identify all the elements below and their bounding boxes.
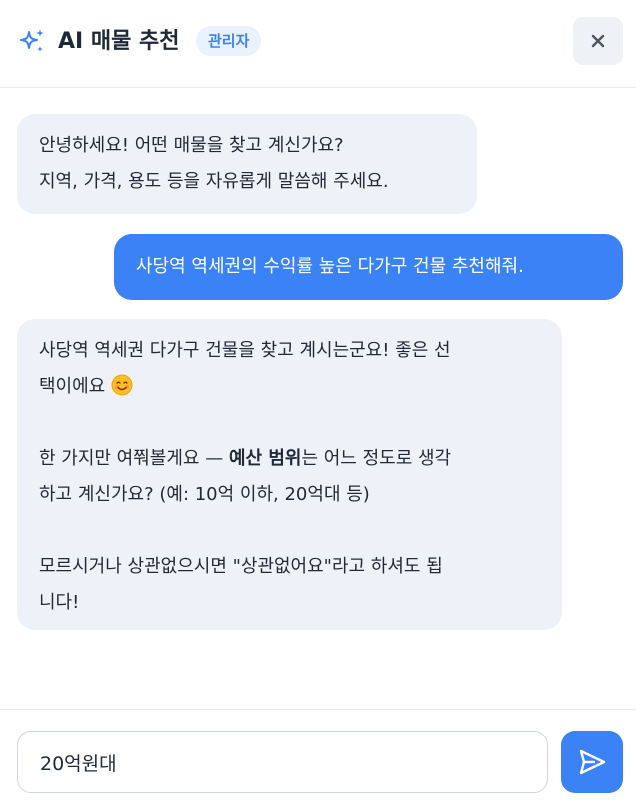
send-button[interactable] <box>561 731 623 793</box>
close-button[interactable] <box>573 17 623 65</box>
message-line: 택이에요 <box>39 369 540 405</box>
message-text: 는 어느 정도로 생각 <box>301 448 452 469</box>
message-line: 모르시거나 상관없으시면 "상관없어요"라고 하셔도 됩 <box>39 556 443 577</box>
user-message: 사당역 역세권의 수익률 높은 다가구 건물 추천해줘. <box>114 234 623 300</box>
message-text: 택이에요 <box>39 376 106 397</box>
message-input[interactable] <box>17 731 548 793</box>
message-line: 지역, 가격, 용도 등을 자유롭게 말씀해 주세요. <box>39 171 389 192</box>
chat-header: AI 매물 추천 관리자 <box>0 0 636 88</box>
message-line: 니다! <box>39 592 80 613</box>
assistant-message: 안녕하세요! 어떤 매물을 찾고 계신가요? 지역, 가격, 용도 등을 자유롭… <box>17 114 477 214</box>
send-icon <box>579 749 606 775</box>
message-line: 하고 계신가요? (예: 10억 이하, 20억대 등) <box>39 484 370 505</box>
message-line: 한 가지만 여쭤볼게요 — 예산 범위는 어느 정도로 생각 <box>39 441 540 477</box>
message-text: 사당역 역세권의 수익률 높은 다가구 건물 추천해줘. <box>136 256 524 277</box>
emphasis-text: 예산 범위 <box>228 448 302 469</box>
role-badge: 관리자 <box>196 26 262 56</box>
message-line: 사당역 역세권 다가구 건물을 찾고 계시는군요! 좋은 선 <box>39 340 451 361</box>
message-text: 한 가지만 여쭤볼게요 — <box>39 448 229 469</box>
smiling-face-icon <box>111 374 133 396</box>
close-icon <box>591 34 605 48</box>
page-title: AI 매물 추천 <box>58 29 180 54</box>
assistant-message: 사당역 역세권 다가구 건물을 찾고 계시는군요! 좋은 선 택이에요 한 가지… <box>17 319 562 630</box>
message-line: 안녕하세요! 어떤 매물을 찾고 계신가요? <box>39 135 344 156</box>
sparkle-icon <box>17 27 47 57</box>
composer <box>0 709 636 803</box>
